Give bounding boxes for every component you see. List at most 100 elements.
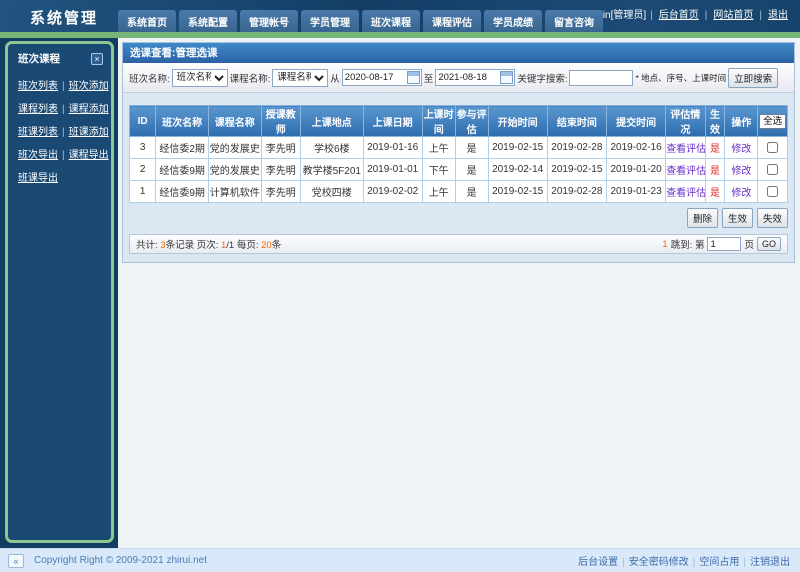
cell-checkbox <box>758 137 788 159</box>
col-start-time: 开始时间 <box>488 106 547 137</box>
col-class-time: 上课时间 <box>422 106 455 137</box>
enable-button[interactable]: 生效 <box>722 208 753 228</box>
table-zone: ID班次名称课程名称授课教师上课地点上课日期上课时间参与评估开始时间结束时间提交… <box>123 93 794 203</box>
tab-class-course[interactable]: 班次课程 <box>362 10 420 32</box>
admin-home-link[interactable]: 后台首页 <box>659 10 699 21</box>
separator: | <box>62 150 65 161</box>
pagination-bar: 共计: 3条记录 页次: 1/1 每页: 20条 1 跳到: 第 页 GO <box>129 234 788 254</box>
cell-active: 是 <box>705 181 725 203</box>
calendar-icon[interactable] <box>407 71 420 84</box>
backend-settings-link[interactable]: 后台设置 <box>578 557 618 568</box>
separator: | <box>705 10 708 21</box>
tab-system-config[interactable]: 系统配置 <box>179 10 237 32</box>
col-participate: 参与评估 <box>455 106 488 137</box>
col-location: 上课地点 <box>301 106 364 137</box>
close-icon[interactable]: × <box>91 53 103 65</box>
site-home-link[interactable]: 网站首页 <box>713 10 753 21</box>
class-list-link[interactable]: 班次列表 <box>18 81 58 92</box>
cell-id: 3 <box>130 137 156 159</box>
class-export-link[interactable]: 班次导出 <box>18 150 58 161</box>
cell-id: 1 <box>130 181 156 203</box>
view-evaluation-link[interactable]: 查看评估 <box>666 188 705 199</box>
view-evaluation-link[interactable]: 查看评估 <box>666 166 705 177</box>
sidebar-row: 课程列表 | 课程添加 <box>18 96 107 119</box>
row-checkbox[interactable] <box>767 186 778 197</box>
disable-button[interactable]: 失效 <box>757 208 788 228</box>
logout-exit-link[interactable]: 注销退出 <box>750 557 790 568</box>
sidebar-row: 班次列表|班次添加 <box>18 73 107 96</box>
cell-participate: 是 <box>455 181 488 203</box>
tab-student-score[interactable]: 学员成绩 <box>484 10 542 32</box>
tab-course-eval[interactable]: 课程评估 <box>423 10 481 32</box>
sidebar-column: 班次课程 × 班次列表|班次添加课程列表|课程添加班课列表|班课添加班次导出|课… <box>0 38 118 548</box>
security-password-link[interactable]: 安全密码修改 <box>629 557 689 568</box>
separator: | <box>650 10 653 21</box>
top-header: 系统管理 admin[管理员]|后台首页|网站首页|退出 系统首页系统配置管理帐… <box>0 0 800 32</box>
calendar-icon[interactable] <box>500 71 513 84</box>
col-id: ID <box>130 106 156 137</box>
course-name-select[interactable]: 课程名称 <box>272 69 328 87</box>
col-class-name: 班次名称 <box>156 106 209 137</box>
pagination-controls: 1 跳到: 第 页 GO <box>662 237 781 251</box>
tab-student-mgmt[interactable]: 学员管理 <box>301 10 359 32</box>
course-list-link[interactable]: 课程列表 <box>18 104 58 115</box>
space-usage-link[interactable]: 空间占用 <box>699 557 739 568</box>
class-name-select[interactable]: 班次名称 <box>172 69 228 87</box>
class-course-export-link[interactable]: 班课导出 <box>18 173 58 184</box>
cell-class: 经信委9期 <box>156 181 209 203</box>
page-number-link[interactable]: 1 <box>662 239 667 250</box>
cell-end: 2019-02-28 <box>547 137 606 159</box>
row-checkbox[interactable] <box>767 142 778 153</box>
cell-participate: 是 <box>455 137 488 159</box>
sidebar-header: 班次课程 × <box>8 44 111 71</box>
search-button[interactable]: 立即搜索 <box>728 68 778 88</box>
cell-class: 经信委2期 <box>156 137 209 159</box>
cell-active: 是 <box>705 137 725 159</box>
cell-op: 修改 <box>725 181 758 203</box>
tab-admin-account[interactable]: 管理帐号 <box>240 10 298 32</box>
logout-link[interactable]: 退出 <box>768 10 788 21</box>
class-course-list-link[interactable]: 班课列表 <box>18 127 58 138</box>
cell-date: 2019-01-01 <box>363 159 422 181</box>
sidebar-row: 班课列表|班课添加 <box>18 119 107 142</box>
collapse-sidebar-button[interactable]: « <box>8 554 24 568</box>
separator: | <box>743 557 746 568</box>
cell-time: 上午 <box>422 181 455 203</box>
date-to-label: 至 <box>424 71 434 85</box>
cell-eval: 查看评估 <box>666 181 705 203</box>
cell-active: 是 <box>705 159 725 181</box>
edit-link[interactable]: 修改 <box>731 166 751 177</box>
table-row: 3经信委2期党的发展史李先明学校6楼2019-01-16上午是2019-02-1… <box>130 137 788 159</box>
edit-link[interactable]: 修改 <box>731 144 751 155</box>
date-from-input[interactable] <box>343 72 407 83</box>
course-add-link[interactable]: 课程添加 <box>69 104 109 115</box>
select-all-button[interactable]: 全选 <box>759 114 786 129</box>
col-class-date: 上课日期 <box>363 106 422 137</box>
delete-button[interactable]: 删除 <box>687 208 718 228</box>
jump-page-input[interactable] <box>707 237 741 251</box>
nav-tabs: 系统首页系统配置管理帐号学员管理班次课程课程评估学员成绩留言咨询 <box>118 10 603 32</box>
go-button[interactable]: GO <box>757 237 781 251</box>
col-eval-status: 评估情况 <box>666 106 705 137</box>
cell-class: 经信委9期 <box>156 159 209 181</box>
cell-start: 2019-02-15 <box>488 181 547 203</box>
date-to-input[interactable] <box>436 72 500 83</box>
edit-link[interactable]: 修改 <box>731 188 751 199</box>
tab-messages[interactable]: 留言咨询 <box>545 10 603 32</box>
pagination-summary: 共计: 3条记录 页次: 1/1 每页: 20条 <box>136 237 281 251</box>
view-evaluation-link[interactable]: 查看评估 <box>666 144 705 155</box>
keyword-input[interactable] <box>569 70 633 86</box>
class-add-link[interactable]: 班次添加 <box>69 81 109 92</box>
separator: | <box>62 104 65 115</box>
col-select-all: 全选 <box>758 106 788 137</box>
tab-system-home[interactable]: 系统首页 <box>118 10 176 32</box>
course-export-link[interactable]: 课程导出 <box>69 150 109 161</box>
row-checkbox[interactable] <box>767 164 778 175</box>
cell-location: 教学楼5F201 <box>301 159 364 181</box>
date-from-label: 从 <box>330 71 340 85</box>
cell-time: 上午 <box>422 137 455 159</box>
jump-label: 跳到: 第 <box>671 237 705 251</box>
class-course-add-link[interactable]: 班课添加 <box>69 127 109 138</box>
sidebar-row: 班次导出 | 课程导出 <box>18 142 107 165</box>
cell-location: 学校6楼 <box>301 137 364 159</box>
